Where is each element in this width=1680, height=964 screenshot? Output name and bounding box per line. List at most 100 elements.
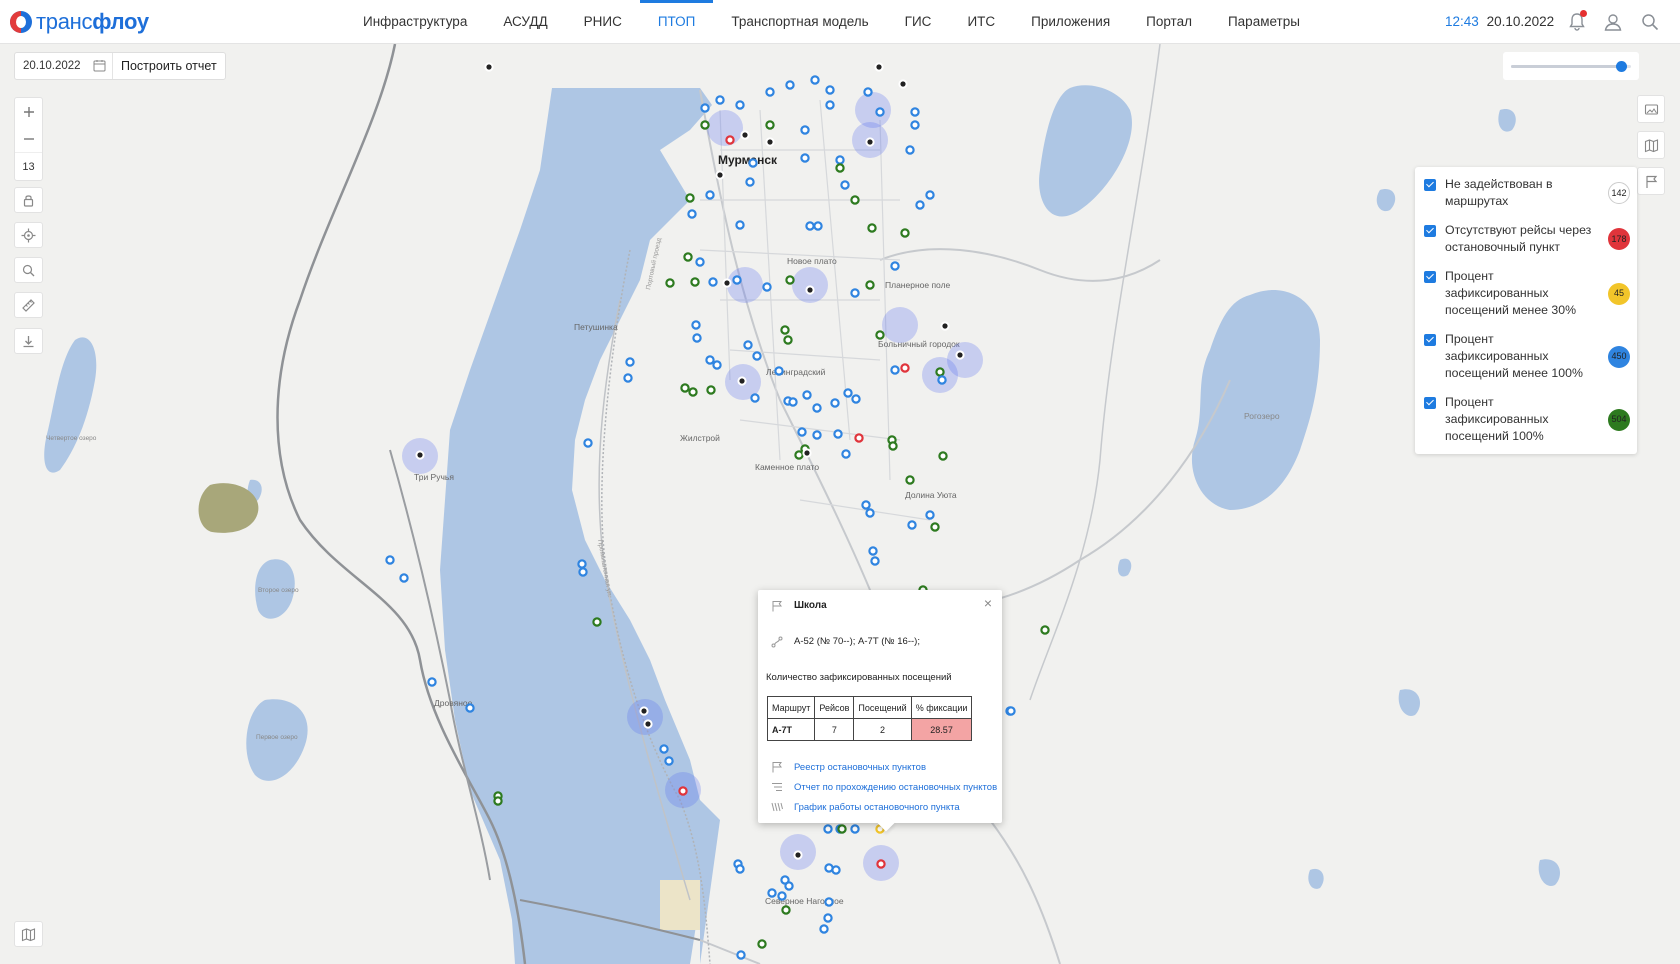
bus-stop-marker[interactable]	[812, 430, 822, 440]
bus-stop-marker[interactable]	[905, 475, 915, 485]
bus-stop-marker[interactable]	[907, 520, 917, 530]
bus-stop-marker[interactable]	[793, 850, 803, 860]
bus-stop-marker[interactable]	[732, 275, 742, 285]
bell-icon[interactable]	[1566, 10, 1588, 33]
bus-stop-marker[interactable]	[748, 158, 758, 168]
search-icon[interactable]	[1639, 11, 1661, 33]
bus-stop-marker[interactable]	[825, 85, 835, 95]
bus-stop-marker[interactable]	[683, 252, 693, 262]
bus-stop-marker[interactable]	[659, 744, 669, 754]
bus-stop-marker[interactable]	[940, 321, 950, 331]
bus-stop-marker[interactable]	[876, 859, 886, 869]
bus-stop-marker[interactable]	[735, 220, 745, 230]
bus-stop-marker[interactable]	[794, 450, 804, 460]
bus-stop-marker[interactable]	[691, 320, 701, 330]
bus-stop-marker[interactable]	[687, 209, 697, 219]
bus-stop-marker[interactable]	[700, 120, 710, 130]
bus-stop-marker[interactable]	[835, 163, 845, 173]
bus-stop-marker[interactable]	[850, 824, 860, 834]
bus-stop-marker[interactable]	[825, 100, 835, 110]
bus-stop-marker[interactable]	[415, 450, 425, 460]
bus-stop-marker[interactable]	[910, 120, 920, 130]
bus-stop-marker[interactable]	[797, 427, 807, 437]
basemap-button[interactable]	[14, 921, 43, 947]
bus-stop-marker[interactable]	[493, 796, 503, 806]
bus-stop-marker[interactable]	[870, 556, 880, 566]
bus-stop-marker[interactable]	[868, 546, 878, 556]
bus-stop-marker[interactable]	[850, 288, 860, 298]
nav-item-settings[interactable]: Параметры	[1210, 0, 1318, 44]
bus-stop-marker[interactable]	[850, 195, 860, 205]
bus-stop-marker[interactable]	[785, 275, 795, 285]
bus-stop-marker[interactable]	[784, 881, 794, 891]
nav-item-transport-model[interactable]: Транспортная модель	[713, 0, 886, 44]
bus-stop-marker[interactable]	[802, 390, 812, 400]
bus-stop-marker[interactable]	[715, 170, 725, 180]
bus-stop-marker[interactable]	[854, 433, 864, 443]
bus-stop-marker[interactable]	[875, 330, 885, 340]
bus-stop-marker[interactable]	[740, 130, 750, 140]
legend-checkbox[interactable]	[1424, 225, 1436, 237]
bus-stop-marker[interactable]	[915, 200, 925, 210]
bus-stop-marker[interactable]	[765, 137, 775, 147]
map-view-button[interactable]	[1637, 131, 1665, 159]
bus-stop-marker[interactable]	[623, 373, 633, 383]
nav-item-apps[interactable]: Приложения	[1013, 0, 1128, 44]
bus-stop-marker[interactable]	[583, 438, 593, 448]
bus-stop-marker[interactable]	[639, 706, 649, 716]
bus-stop-marker[interactable]	[767, 888, 777, 898]
nav-item-ptop[interactable]: ПТОП	[639, 0, 714, 44]
bus-stop-marker[interactable]	[938, 451, 948, 461]
bus-stop-marker[interactable]	[788, 397, 798, 407]
bus-stop-marker[interactable]	[484, 62, 494, 72]
bus-stop-marker[interactable]	[781, 905, 791, 915]
bus-stop-marker[interactable]	[1040, 625, 1050, 635]
layers-button[interactable]	[1637, 95, 1665, 123]
bus-stop-marker[interactable]	[819, 924, 829, 934]
bus-stop-marker[interactable]	[890, 365, 900, 375]
calendar-icon[interactable]	[93, 59, 106, 72]
bus-stop-marker[interactable]	[830, 398, 840, 408]
bus-stop-marker[interactable]	[745, 177, 755, 187]
bus-stop-marker[interactable]	[843, 388, 853, 398]
bus-stop-marker[interactable]	[736, 950, 746, 960]
bus-stop-marker[interactable]	[678, 786, 688, 796]
bus-stop-marker[interactable]	[777, 891, 787, 901]
bus-stop-marker[interactable]	[664, 756, 674, 766]
ruler-button[interactable]	[14, 292, 43, 318]
bus-stop-marker[interactable]	[800, 125, 810, 135]
bus-stop-marker[interactable]	[752, 351, 762, 361]
bus-stop-marker[interactable]	[867, 223, 877, 233]
bus-stop-marker[interactable]	[863, 87, 873, 97]
bus-stop-marker[interactable]	[805, 221, 815, 231]
bus-stop-marker[interactable]	[680, 383, 690, 393]
bus-stop-marker[interactable]	[898, 79, 908, 89]
download-button[interactable]	[14, 328, 43, 354]
report-date-field[interactable]: 20.10.2022	[15, 53, 113, 79]
bus-stop-marker[interactable]	[841, 449, 851, 459]
bus-stop-marker[interactable]	[802, 448, 812, 458]
bus-stop-marker[interactable]	[577, 559, 587, 569]
bus-stop-marker[interactable]	[780, 325, 790, 335]
bus-stop-marker[interactable]	[385, 555, 395, 565]
bus-stop-marker[interactable]	[750, 393, 760, 403]
bus-stop-marker[interactable]	[706, 385, 716, 395]
zoom-in-button[interactable]	[15, 98, 42, 125]
bus-stop-marker[interactable]	[722, 278, 732, 288]
nav-item-rnis[interactable]: РНИС	[566, 0, 640, 44]
bus-stop-marker[interactable]	[865, 508, 875, 518]
close-icon[interactable]: ×	[982, 596, 994, 610]
bus-stop-marker[interactable]	[735, 100, 745, 110]
locate-button[interactable]	[14, 222, 43, 248]
lock-button[interactable]	[14, 187, 43, 213]
nav-item-portal[interactable]: Портал	[1128, 0, 1210, 44]
bus-stop-marker[interactable]	[831, 865, 841, 875]
bus-stop-marker[interactable]	[900, 363, 910, 373]
link-stop-schedule[interactable]: График работы остановочного пункта	[794, 802, 960, 813]
link-stops-registry[interactable]: Реестр остановочных пунктов	[794, 762, 926, 773]
bus-stop-marker[interactable]	[865, 280, 875, 290]
user-icon[interactable]	[1602, 11, 1624, 33]
bus-stop-marker[interactable]	[833, 429, 843, 439]
bus-stop-marker[interactable]	[465, 703, 475, 713]
nav-item-its[interactable]: ИТС	[949, 0, 1013, 44]
